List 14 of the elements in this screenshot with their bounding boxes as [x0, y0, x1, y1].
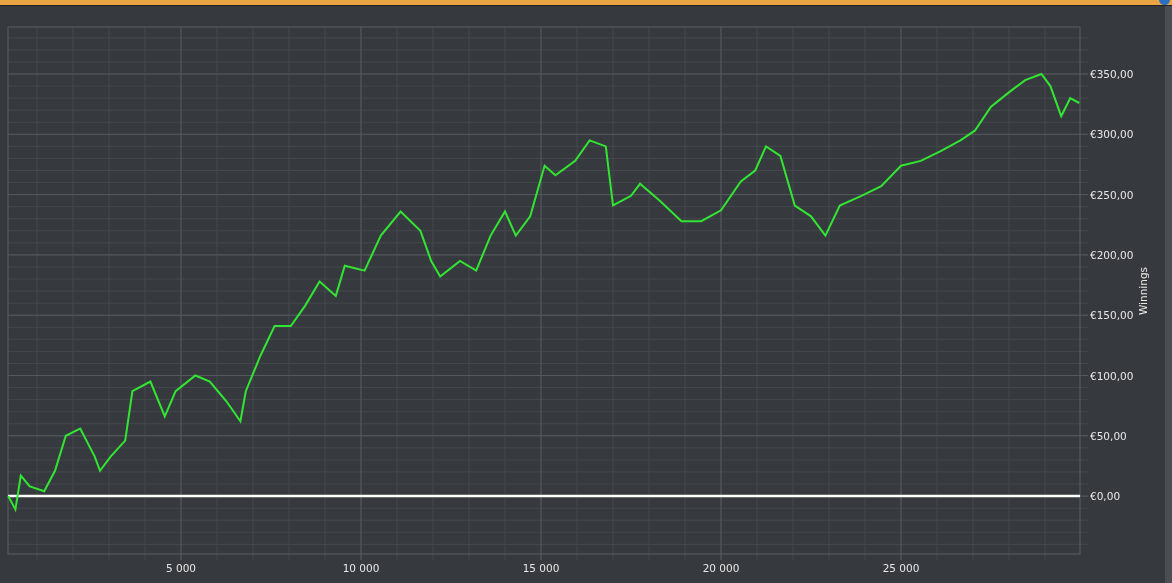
- x-tick-label: 15 000: [522, 562, 560, 574]
- y-tick-label: €0,00: [1090, 490, 1121, 503]
- y-tick-label: €250,00: [1090, 188, 1134, 201]
- y-tick-label: €300,00: [1090, 128, 1134, 141]
- y-tick-label: €350,00: [1090, 68, 1134, 81]
- x-tick-label: 10 000: [342, 562, 380, 574]
- y-tick-label: €200,00: [1090, 248, 1134, 261]
- y-tick-label: €150,00: [1090, 309, 1134, 322]
- y-axis-title: Winnings: [1137, 266, 1149, 316]
- x-tick-label: 5 000: [166, 562, 197, 574]
- x-tick-label: 25 000: [882, 562, 920, 574]
- y-tick-label: €100,00: [1090, 369, 1134, 382]
- y-tick-label: €50,00: [1090, 429, 1127, 442]
- x-tick-label: 20 000: [702, 562, 740, 574]
